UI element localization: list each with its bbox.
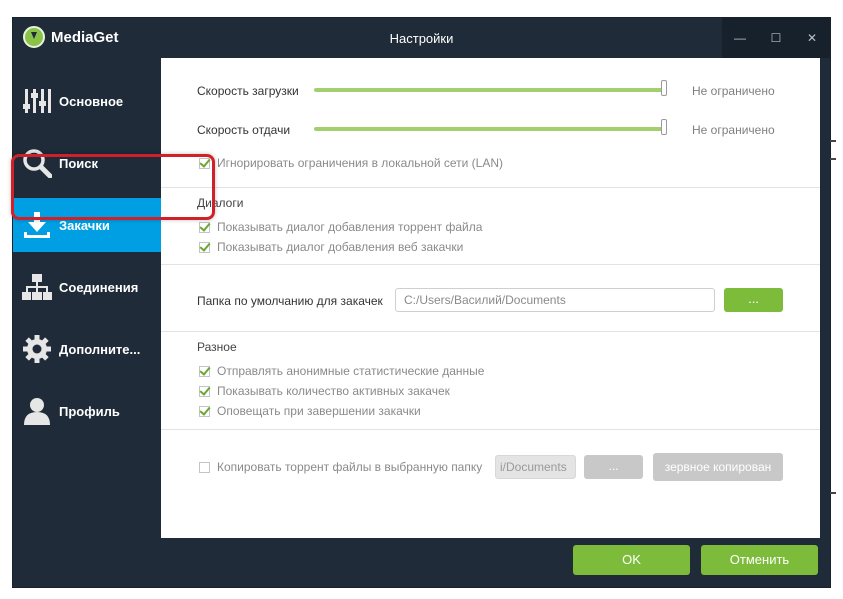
sidebar-item-connections[interactable]: Соединения [13, 259, 161, 315]
settings-window: MediaGet Настройки — ☐ ✕ Основное Поиск … [11, 18, 830, 587]
download-speed-label: Скорость загрузки [197, 84, 299, 98]
checkbox-box[interactable] [199, 385, 210, 397]
send-stats-checkbox[interactable]: Отправлять анонимные статистические данн… [199, 364, 484, 378]
checkbox-box[interactable] [199, 221, 210, 233]
notify-complete-checkbox[interactable]: Оповещать при завершении закачки [199, 404, 421, 418]
sidebar-item-label: Основное [59, 93, 124, 109]
ignore-lan-checkbox[interactable]: Игнорировать ограничения в локальной сет… [199, 156, 503, 170]
divider [161, 187, 820, 188]
settings-panel: Скорость загрузки Не ограничено Скорость… [161, 58, 820, 538]
upload-speed-label: Скорость отдачи [197, 123, 291, 137]
copy-torrent-label: Копировать торрент файлы в выбранную пап… [217, 460, 483, 474]
divider [161, 331, 820, 332]
sidebar-item-advanced[interactable]: Дополните... [13, 321, 161, 377]
cancel-button[interactable]: Отменить [701, 545, 818, 575]
upload-speed-slider-thumb[interactable] [661, 119, 667, 135]
divider [161, 429, 820, 430]
checkbox-box[interactable] [199, 461, 210, 473]
backup-button[interactable]: зервное копирован [653, 453, 783, 481]
background-mark [830, 140, 836, 142]
checkbox-box[interactable] [199, 241, 210, 253]
show-web-dialog-label: Показывать диалог добавления веб закачки [217, 240, 464, 254]
copy-browse-button[interactable]: ... [584, 455, 643, 479]
window-title: Настройки [389, 31, 454, 46]
default-folder-label: Папка по умолчанию для закачек [197, 294, 383, 308]
annotation-highlight [11, 154, 215, 220]
misc-section-title: Разное [197, 340, 237, 354]
background-mark [830, 158, 836, 160]
sidebar-item-label: Дополните... [59, 341, 141, 357]
divider [161, 264, 820, 265]
upload-speed-value: Не ограничено [692, 123, 775, 137]
background-mark [830, 492, 836, 494]
notify-complete-label: Оповещать при завершении закачки [217, 404, 421, 418]
title-bar[interactable]: MediaGet Настройки — ☐ ✕ [13, 18, 830, 58]
sidebar-item-basic[interactable]: Основное [13, 73, 161, 129]
sidebar: Основное Поиск Закачки Соединения Дополн… [13, 58, 161, 538]
show-active-count-checkbox[interactable]: Показывать количество активных закачек [199, 384, 450, 398]
network-icon [22, 272, 52, 302]
sidebar-item-profile[interactable]: Профиль [13, 383, 161, 439]
checkbox-box[interactable] [199, 405, 210, 417]
checkbox-box[interactable] [199, 365, 210, 377]
copy-torrent-checkbox[interactable]: Копировать торрент файлы в выбранную пап… [199, 460, 482, 474]
copy-folder-input[interactable]: i/Documents [495, 455, 576, 479]
browse-folder-button[interactable]: ... [724, 288, 783, 312]
ignore-lan-label: Игнорировать ограничения в локальной сет… [217, 156, 504, 170]
show-torrent-dialog-checkbox[interactable]: Показывать диалог добавления торрент фай… [199, 220, 482, 234]
download-speed-value: Не ограничено [692, 84, 775, 98]
ok-button[interactable]: OK [573, 545, 690, 575]
minimize-button[interactable]: — [722, 18, 758, 58]
maximize-button[interactable]: ☐ [758, 18, 794, 58]
show-web-dialog-checkbox[interactable]: Показывать диалог добавления веб закачки [199, 240, 463, 254]
show-active-count-label: Показывать количество активных закачек [217, 384, 450, 398]
upload-speed-slider[interactable] [314, 127, 664, 131]
download-speed-slider-thumb[interactable] [661, 80, 667, 96]
show-torrent-dialog-label: Показывать диалог добавления торрент фай… [217, 220, 483, 234]
close-button[interactable]: ✕ [794, 18, 830, 58]
window-controls: — ☐ ✕ [722, 18, 830, 58]
sliders-icon [22, 86, 52, 116]
download-speed-slider[interactable] [314, 88, 664, 92]
default-folder-input[interactable]: C:/Users/Василий/Documents [395, 288, 715, 312]
user-icon [22, 396, 52, 426]
sidebar-item-label: Профиль [59, 403, 120, 419]
sidebar-item-label: Соединения [59, 279, 139, 295]
send-stats-label: Отправлять анонимные статистические данн… [217, 364, 485, 378]
gear-icon [22, 334, 52, 364]
